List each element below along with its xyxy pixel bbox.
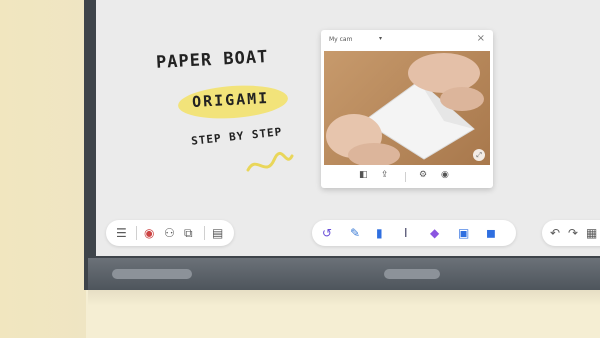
image-icon[interactable]: ▣: [458, 225, 469, 241]
video-window-header[interactable]: My cam ▾ ×: [321, 30, 493, 50]
wall: [0, 0, 86, 338]
heading-text: PAPER BOAT: [155, 47, 269, 73]
toolbar-left: ☰ ◉ ⚇ ⧉ ▤: [106, 220, 234, 246]
share-icon[interactable]: ⇪: [381, 170, 389, 180]
pen-icon[interactable]: ✎: [350, 225, 360, 241]
bottom-left-pill[interactable]: [112, 269, 192, 279]
camera-switch-icon[interactable]: ◧: [359, 170, 368, 180]
whiteboard-canvas[interactable]: PAPER BOAT ORIGAMI STEP BY STEP My cam ▾…: [96, 0, 600, 256]
more-icon[interactable]: ▦: [586, 225, 597, 241]
user-add-icon[interactable]: ⚇: [164, 225, 175, 241]
shapes-icon[interactable]: ◆: [430, 225, 439, 241]
squiggle-arrow: [246, 151, 294, 172]
record-icon[interactable]: ◉: [144, 225, 154, 241]
select-icon[interactable]: ↺: [322, 225, 332, 241]
record-icon[interactable]: ◉: [441, 170, 449, 180]
video-window-title: My cam: [329, 36, 353, 43]
divider: [136, 226, 137, 240]
divider: [204, 226, 205, 240]
bottom-center-pill[interactable]: [384, 269, 440, 279]
undo-icon[interactable]: ↶: [550, 225, 560, 241]
menu-icon[interactable]: ☰: [116, 225, 127, 241]
screen-mirror-icon[interactable]: ⧉: [184, 225, 193, 241]
clipboard-icon[interactable]: ▤: [212, 225, 223, 241]
eraser-icon[interactable]: ◼: [486, 225, 496, 241]
camera-feed: ⤢: [324, 51, 490, 165]
settings-icon[interactable]: ⚙: [419, 170, 427, 180]
text-icon[interactable]: Ⅰ: [404, 225, 408, 241]
close-icon[interactable]: ×: [477, 33, 485, 44]
redo-icon[interactable]: ↷: [568, 225, 578, 241]
divider: [405, 172, 406, 182]
toolbar-center: ↺ ✎ ▮ Ⅰ ◆ ▣ ◼: [312, 220, 516, 246]
subheading-text: STEP BY STEP: [190, 125, 283, 148]
video-window-footer: ◧ ⇪ ⚙ ◉: [321, 166, 493, 188]
highlighted-word: ORIGAMI: [177, 82, 289, 122]
display-bottom-bar: [88, 258, 600, 290]
expand-icon[interactable]: ⤢: [476, 151, 482, 160]
highlighter-icon[interactable]: ▮: [376, 225, 383, 241]
chevron-down-icon[interactable]: ▾: [379, 35, 382, 42]
origami-hands-image: [326, 53, 485, 165]
toolbar-right: ↶ ↷ ▦: [542, 220, 600, 246]
video-window[interactable]: My cam ▾ × ⤢ ◧ ⇪ ⚙ ◉: [321, 30, 493, 188]
